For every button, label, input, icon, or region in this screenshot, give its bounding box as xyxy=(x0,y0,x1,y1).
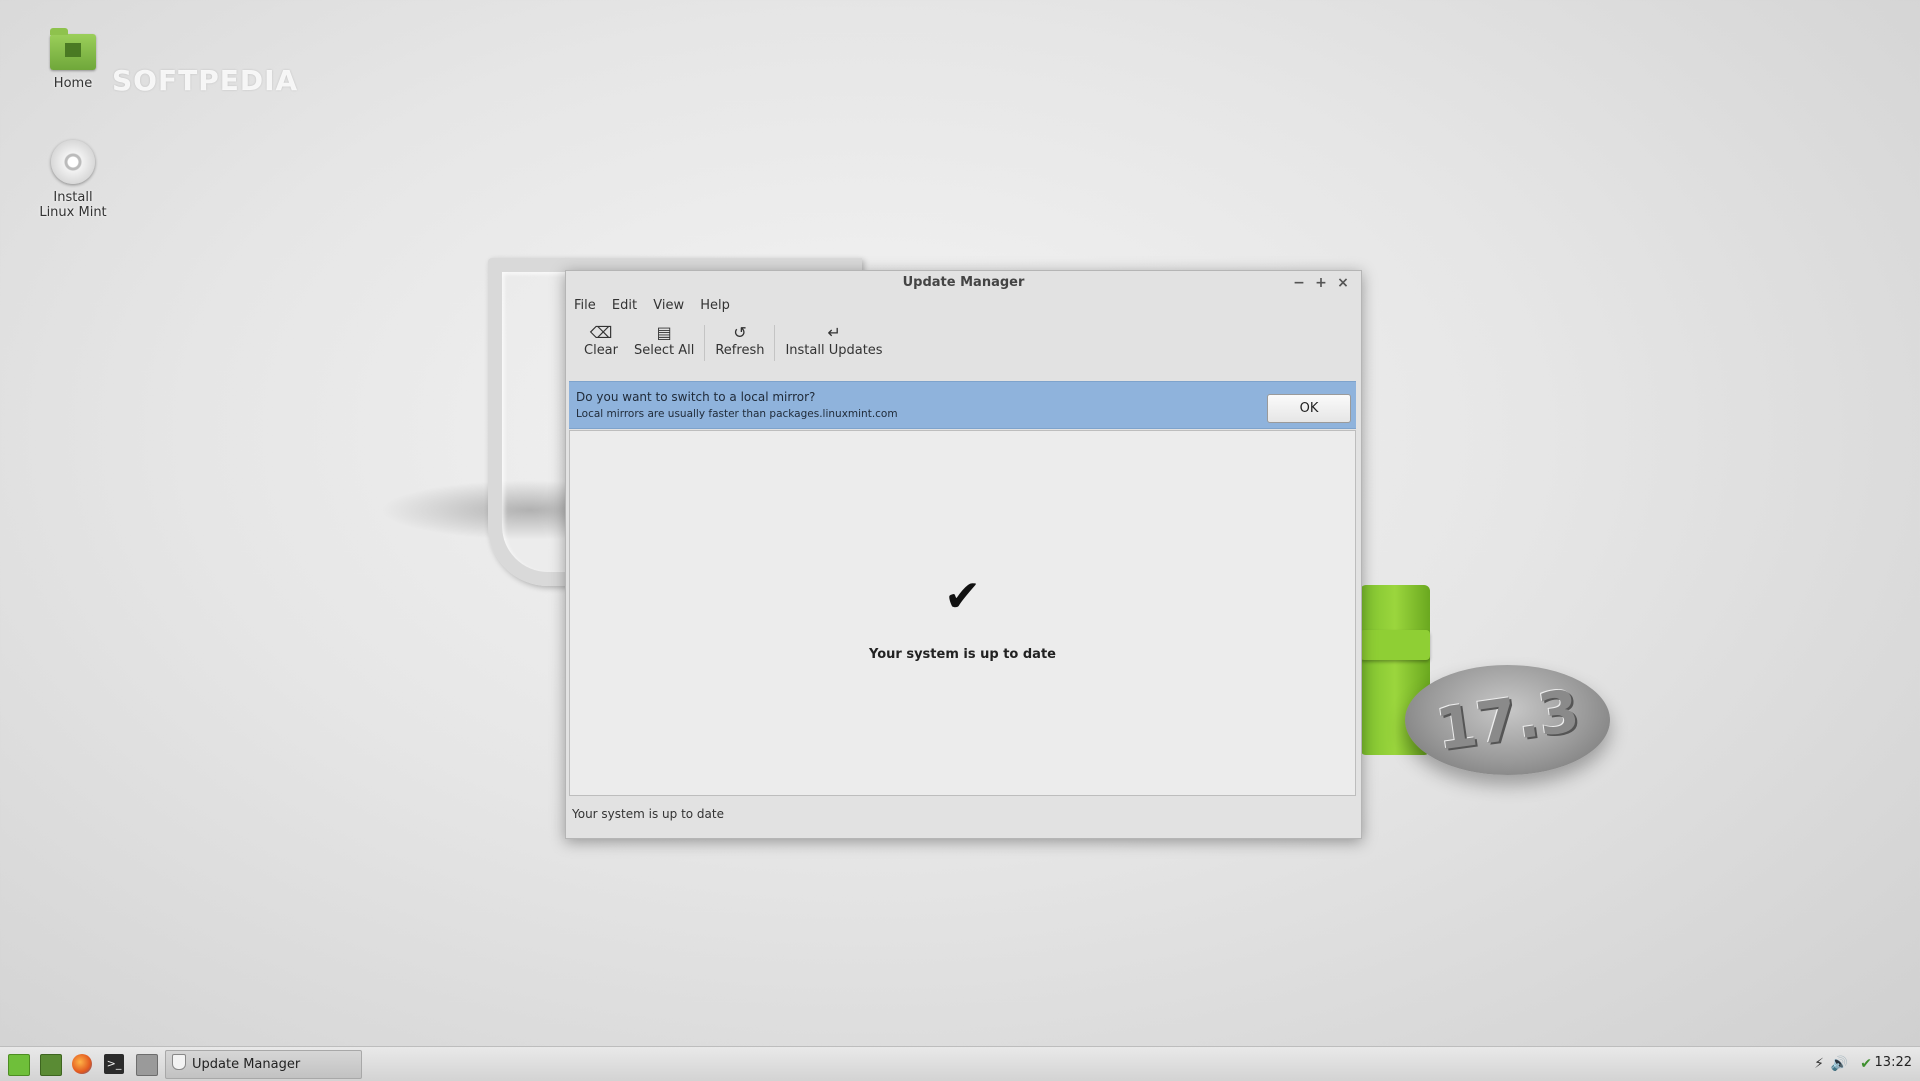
clear-button[interactable]: ⌫ Clear xyxy=(576,317,626,358)
menu-file[interactable]: File xyxy=(574,298,596,313)
maximize-button[interactable]: + xyxy=(1311,271,1331,295)
toolbar-separator xyxy=(774,325,776,361)
select-all-icon: ▤ xyxy=(656,323,672,342)
window-title: Update Manager xyxy=(902,275,1025,290)
shield-icon xyxy=(172,1054,186,1070)
ok-button[interactable]: OK xyxy=(1267,394,1351,423)
updates-content-area: ✔ Your system is up to date xyxy=(569,430,1356,796)
firefox-icon[interactable] xyxy=(72,1054,92,1074)
network-icon[interactable]: ⚡ xyxy=(1814,1056,1824,1072)
menu-help[interactable]: Help xyxy=(700,298,730,313)
infobar-title: Do you want to switch to a local mirror? xyxy=(576,390,816,404)
infobar-subtitle: Local mirrors are usually faster than pa… xyxy=(576,408,898,420)
home-folder-icon xyxy=(50,28,96,70)
menu-edit[interactable]: Edit xyxy=(612,298,637,313)
install-updates-label: Install Updates xyxy=(785,343,883,358)
files-icon[interactable] xyxy=(136,1054,158,1076)
wallpaper-version-text: 17.3 xyxy=(1431,676,1584,764)
install-icon: ↵ xyxy=(827,323,841,342)
install-updates-button[interactable]: ↵ Install Updates xyxy=(777,317,890,358)
minimize-button[interactable]: − xyxy=(1289,271,1309,295)
show-desktop-icon[interactable] xyxy=(40,1054,62,1076)
taskbar: >_ Update Manager ⚡ 🔊 ✔ 13:22 xyxy=(0,1046,1920,1081)
up-to-date-message: Your system is up to date xyxy=(869,647,1056,662)
close-button[interactable]: × xyxy=(1333,271,1353,295)
terminal-icon[interactable]: >_ xyxy=(104,1054,124,1074)
select-all-label: Select All xyxy=(634,343,695,358)
toolbar: ⌫ Clear ▤ Select All ↺ Refresh ↵ Install… xyxy=(566,317,1361,367)
statusbar: Your system is up to date xyxy=(572,807,724,821)
volume-icon[interactable]: 🔊 xyxy=(1831,1056,1848,1072)
wallpaper-version-badge: 17.3 xyxy=(1405,665,1610,775)
refresh-label: Refresh xyxy=(715,343,765,358)
desktop-icon-label: Install Linux Mint xyxy=(39,190,107,220)
wallpaper-green-shape-arm xyxy=(1360,630,1430,660)
clear-label: Clear xyxy=(584,343,618,358)
update-shield-icon[interactable]: ✔ xyxy=(1860,1056,1872,1072)
refresh-icon: ↺ xyxy=(733,323,747,342)
window-titlebar[interactable]: Update Manager − + × xyxy=(566,271,1361,295)
menubar: File Edit View Help xyxy=(566,295,1361,317)
desktop-icon-label: Home xyxy=(53,76,93,91)
taskbar-item-update-manager[interactable]: Update Manager xyxy=(165,1050,362,1079)
local-mirror-infobar: Do you want to switch to a local mirror?… xyxy=(569,381,1356,429)
softpedia-watermark: SOFTPEDIA xyxy=(112,64,299,97)
select-all-button[interactable]: ▤ Select All xyxy=(626,317,702,358)
desktop-icon-install-linux-mint[interactable]: Install Linux Mint xyxy=(28,140,118,220)
taskbar-item-label: Update Manager xyxy=(192,1057,301,1072)
menu-view[interactable]: View xyxy=(653,298,684,313)
checkmark-icon: ✔ xyxy=(944,571,981,622)
disc-icon xyxy=(51,140,95,184)
clear-icon: ⌫ xyxy=(589,323,613,342)
clock[interactable]: 13:22 xyxy=(1875,1055,1912,1070)
toolbar-separator xyxy=(704,325,706,361)
desktop-icon-home[interactable]: Home xyxy=(28,28,118,91)
update-manager-window: Update Manager − + × File Edit View Help… xyxy=(565,270,1362,839)
mint-menu-icon[interactable] xyxy=(8,1054,30,1076)
refresh-button[interactable]: ↺ Refresh xyxy=(707,317,772,358)
